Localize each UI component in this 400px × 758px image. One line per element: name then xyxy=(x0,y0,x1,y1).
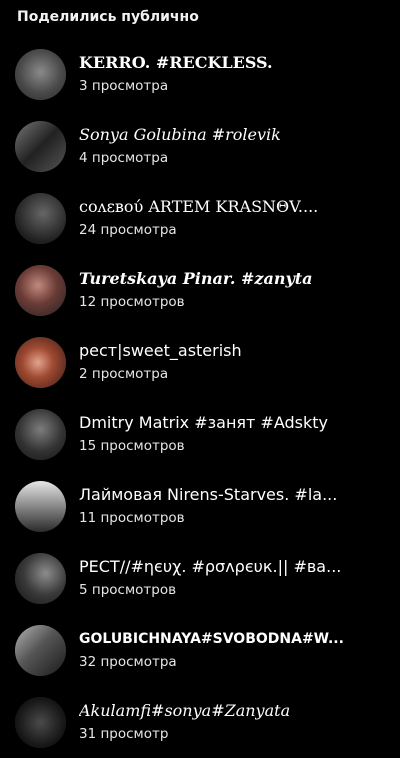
avatar[interactable] xyxy=(15,120,66,172)
viewer-name: GOLUBICHNAYA#SVOBODNA#W... xyxy=(79,631,344,647)
avatar[interactable] xyxy=(15,552,66,604)
list-item[interactable]: Лаймовая Nirens-Starves. #la... 11 просм… xyxy=(0,470,400,542)
viewer-name: KERRO. #RECKLESS. xyxy=(79,53,273,72)
view-count: 11 просмотров xyxy=(79,510,185,526)
avatar[interactable] xyxy=(15,192,66,244)
view-count: 31 просмотр xyxy=(79,726,169,742)
list-item[interactable]: рест|sweet_asterish 2 просмотра xyxy=(0,326,400,398)
view-count: 3 просмотра xyxy=(79,78,169,94)
view-count: 2 просмотра xyxy=(79,366,169,382)
avatar[interactable] xyxy=(15,336,66,388)
view-count: 12 просмотров xyxy=(79,294,185,310)
view-count: 32 просмотра xyxy=(79,654,177,670)
list-item[interactable]: Dmitry Matrix #занят #Adskty 15 просмотр… xyxy=(0,398,400,470)
avatar[interactable] xyxy=(15,48,66,100)
view-count: 24 просмотра xyxy=(79,222,177,238)
viewer-name: Turetskaya Pinar. #zanyta xyxy=(79,269,313,288)
avatar[interactable] xyxy=(15,480,66,532)
avatar[interactable] xyxy=(15,696,66,748)
list-item[interactable]: GOLUBICHNAYA#SVOBODNA#W... 32 просмотра xyxy=(0,614,400,686)
view-count: 15 просмотров xyxy=(79,438,185,454)
list-item[interactable]: соʌεвоύ ARTEM KRASNΘV.... 24 просмотра xyxy=(0,182,400,254)
list-item[interactable]: Turetskaya Pinar. #zanyta 12 просмотров xyxy=(0,254,400,326)
list-item[interactable]: KERRO. #RECKLESS. 3 просмотра xyxy=(0,38,400,110)
avatar[interactable] xyxy=(15,624,66,676)
list-item[interactable]: Sonya Golubina #rolevik 4 просмотра xyxy=(0,110,400,182)
viewer-name: Akulamfi#sonya#Zanyata xyxy=(79,701,291,720)
viewer-name: РЕСТ//#ηєυχ. #ρσʌρєυк.|| #ва... xyxy=(79,557,342,576)
list-item[interactable]: РЕСТ//#ηєυχ. #ρσʌρєυк.|| #ва... 5 просмо… xyxy=(0,542,400,614)
viewer-name: Sonya Golubina #rolevik xyxy=(79,125,281,144)
viewer-name: Dmitry Matrix #занят #Adskty xyxy=(79,413,328,432)
view-count: 4 просмотра xyxy=(79,150,169,166)
view-count: 5 просмотров xyxy=(79,582,177,598)
avatar[interactable] xyxy=(15,264,66,316)
list-item[interactable]: Akulamfi#sonya#Zanyata 31 просмотр xyxy=(0,686,400,758)
viewer-name: рест|sweet_asterish xyxy=(79,341,242,360)
section-title: Поделились публично xyxy=(17,9,199,25)
viewer-list: KERRO. #RECKLESS. 3 просмотра Sonya Golu… xyxy=(0,38,400,758)
avatar[interactable] xyxy=(15,408,66,460)
viewer-name: Лаймовая Nirens-Starves. #la... xyxy=(79,485,338,504)
viewer-name: соʌεвоύ ARTEM KRASNΘV.... xyxy=(79,197,319,216)
